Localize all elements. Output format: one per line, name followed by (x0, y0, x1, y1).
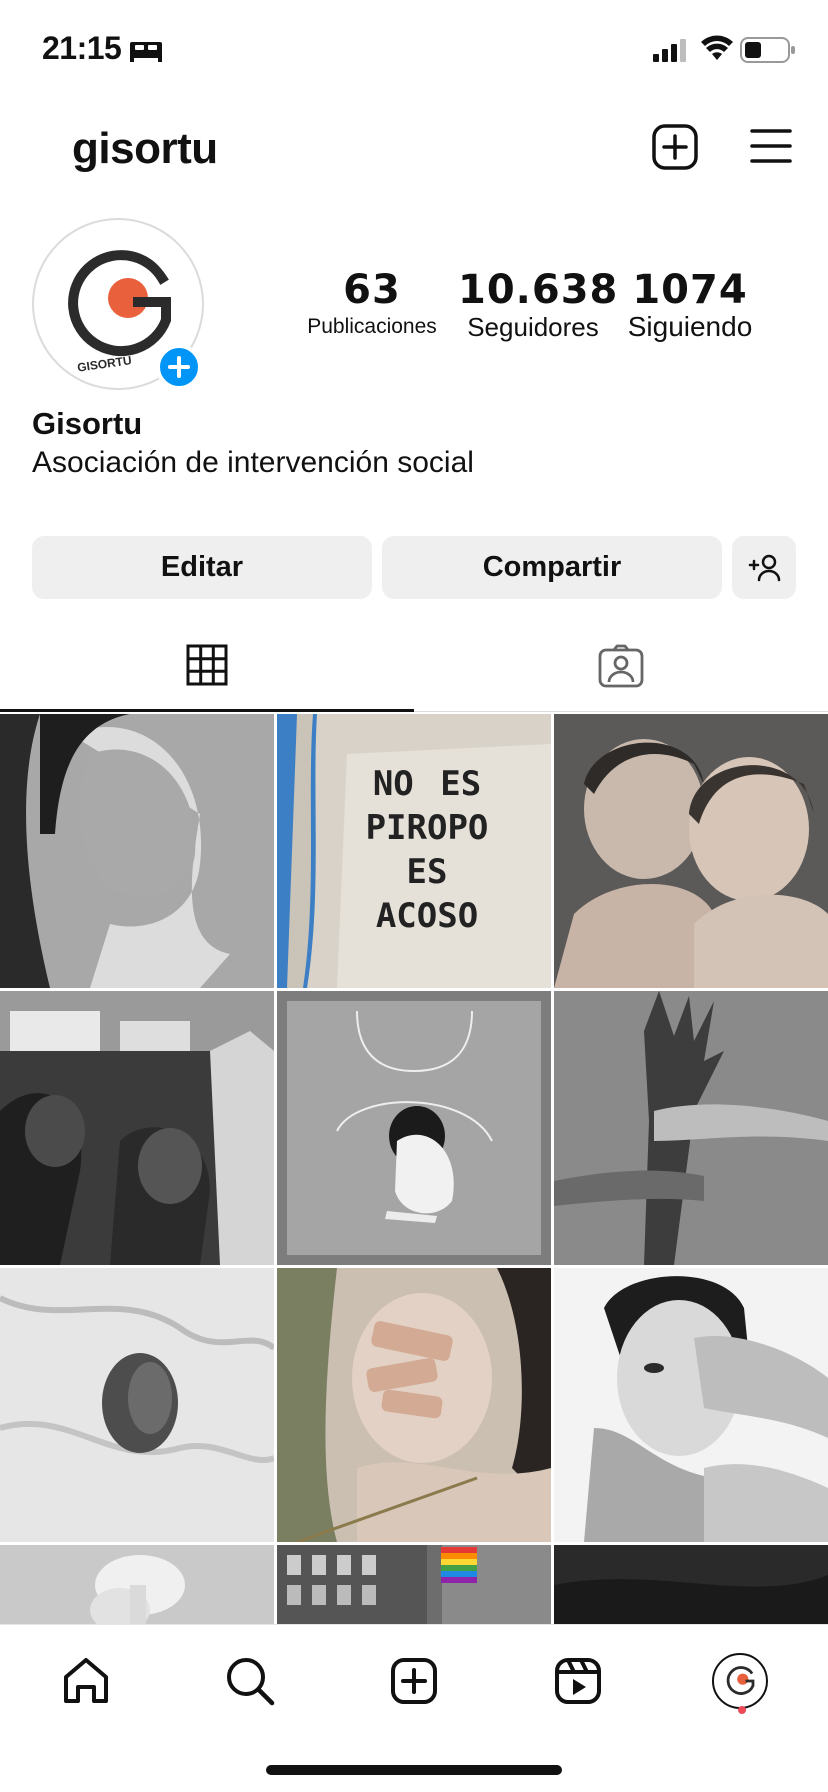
profile-tabs (0, 620, 828, 712)
post-image (0, 1268, 274, 1542)
post-image (554, 1545, 828, 1624)
profile-stats: 63 Publicaciones 10.638 Seguidores 1074 … (290, 268, 770, 348)
post-image (0, 991, 274, 1265)
profile-username[interactable]: gisortu (72, 124, 218, 174)
battery-icon (740, 37, 795, 63)
add-story-icon[interactable] (156, 344, 202, 390)
post-thumbnail[interactable] (0, 1268, 274, 1542)
post-image (554, 714, 828, 988)
search-icon[interactable] (222, 1653, 278, 1709)
post-thumbnail[interactable]: NO ES PIROPO ES ACOSO (277, 714, 551, 988)
post-image (277, 1268, 551, 1542)
followers-label: Seguidores (467, 312, 599, 342)
status-bar: 21:15 (0, 0, 828, 100)
tab-grid[interactable] (0, 620, 414, 712)
following-count: 1074 (632, 267, 748, 313)
bed-icon (130, 42, 162, 62)
post-image (554, 1268, 828, 1542)
posts-count: 63 (343, 267, 401, 313)
post-thumbnail[interactable] (0, 991, 274, 1265)
post-image (0, 1545, 274, 1624)
post-thumbnail[interactable] (0, 714, 274, 988)
signal-icon (653, 39, 686, 62)
post-thumbnail[interactable] (277, 1545, 551, 1624)
post-thumbnail[interactable] (0, 1545, 274, 1624)
post-thumbnail[interactable] (554, 714, 828, 988)
edit-profile-button[interactable]: Editar (32, 536, 372, 599)
post-thumbnail[interactable] (277, 1268, 551, 1542)
posts-grid: NO ES PIROPO ES ACOSO (0, 714, 828, 1624)
post-image (0, 714, 274, 988)
home-indicator (266, 1765, 562, 1775)
followers-stat[interactable]: 10.638 Seguidores (458, 267, 619, 342)
post-thumbnail[interactable] (554, 1268, 828, 1542)
display-name: Gisortu (32, 406, 143, 441)
profile-header: gisortu (0, 110, 828, 186)
following-label: Siguiendo (627, 311, 753, 342)
following-stat[interactable]: 1074 Siguiendo (616, 268, 764, 342)
wifi-icon (701, 35, 733, 60)
discover-people-button[interactable] (732, 536, 796, 599)
tagged-person-icon (598, 644, 644, 687)
followers-count: 10.638 (458, 267, 619, 313)
posts-stat[interactable]: 63 Publicaciones (300, 268, 444, 342)
post-image (277, 1545, 551, 1624)
home-icon[interactable] (58, 1653, 114, 1709)
share-profile-button[interactable]: Compartir (382, 536, 722, 599)
post-overlay-text: NO ES PIROPO ES ACOSO (365, 764, 489, 936)
tab-tagged[interactable] (414, 620, 828, 712)
post-thumbnail[interactable] (277, 991, 551, 1265)
reels-icon[interactable] (550, 1653, 606, 1709)
add-person-icon (748, 554, 781, 581)
profile-icon[interactable] (712, 1653, 768, 1709)
status-time: 21:15 (42, 30, 122, 66)
post-image (277, 991, 551, 1265)
avatar-logo-text: GISORTU (76, 353, 132, 374)
grid-icon (186, 644, 228, 685)
create-icon[interactable] (386, 1653, 442, 1709)
post-thumbnail[interactable] (554, 1545, 828, 1624)
posts-label: Publicaciones (307, 315, 437, 338)
profile-thumb-logo (712, 1653, 768, 1709)
profile-bio: Asociación de intervención social (32, 446, 474, 479)
plus-square-icon[interactable] (652, 124, 698, 170)
hamburger-menu-icon[interactable] (750, 126, 792, 166)
post-image (554, 991, 828, 1265)
post-thumbnail[interactable] (554, 991, 828, 1265)
notification-dot (738, 1706, 746, 1714)
